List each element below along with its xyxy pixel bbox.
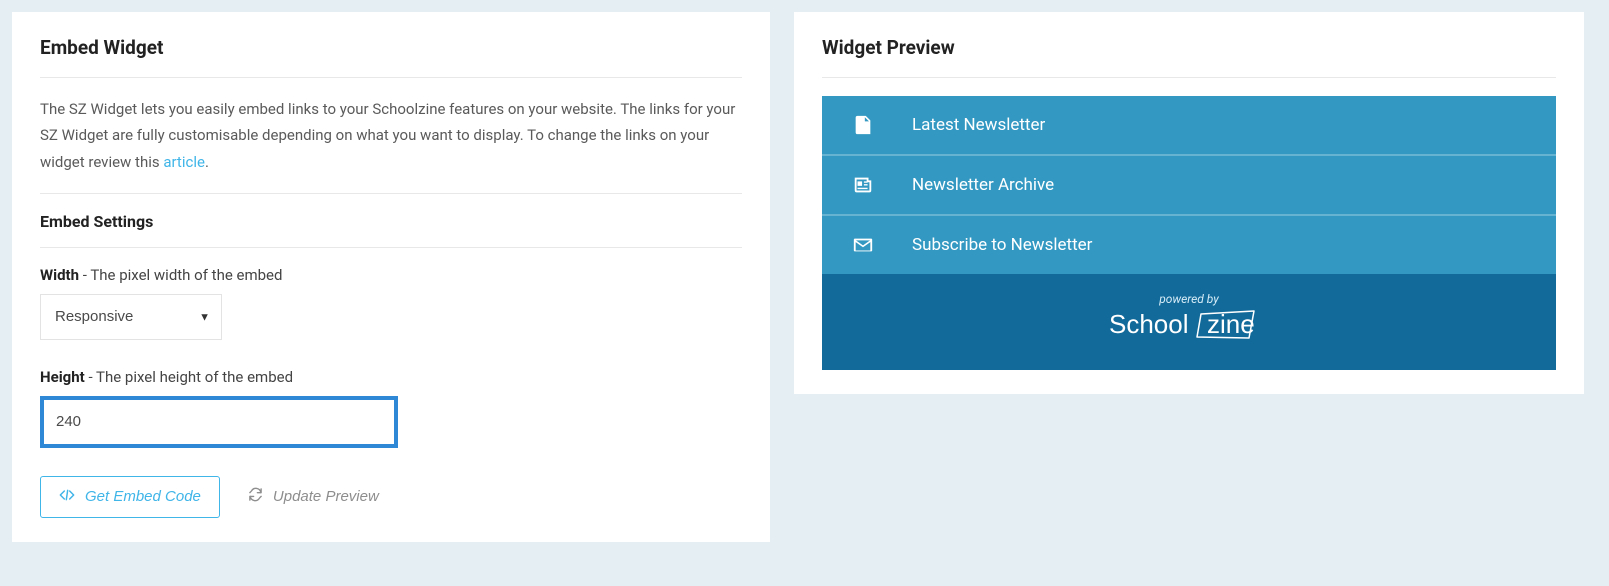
divider	[822, 77, 1556, 78]
widget-preview: Latest Newsletter Newsletter Archive Sub…	[822, 96, 1556, 370]
article-link[interactable]: article	[163, 153, 205, 171]
embed-description: The SZ Widget lets you easily embed link…	[40, 96, 742, 175]
widget-preview-panel: Widget Preview Latest Newsletter Newslet…	[794, 12, 1584, 394]
widget-item-label: Subscribe to Newsletter	[912, 235, 1092, 255]
embed-title: Embed Widget	[40, 36, 742, 59]
widget-item-label: Newsletter Archive	[912, 175, 1054, 195]
embed-settings-heading: Embed Settings	[40, 212, 742, 231]
widget-item-newsletter-archive[interactable]: Newsletter Archive	[822, 156, 1556, 216]
envelope-icon	[852, 234, 874, 256]
newspaper-icon	[852, 174, 874, 196]
divider	[40, 193, 742, 194]
schoolzine-logo: School zine	[1109, 308, 1269, 342]
widget-item-subscribe[interactable]: Subscribe to Newsletter	[822, 216, 1556, 274]
update-preview-button[interactable]: Update Preview	[244, 479, 383, 514]
widget-footer: powered by School zine	[822, 274, 1556, 370]
width-label: Width - The pixel width of the embed	[40, 266, 742, 284]
code-icon	[59, 487, 75, 507]
widget-item-latest-newsletter[interactable]: Latest Newsletter	[822, 96, 1556, 156]
svg-text:zine: zine	[1207, 309, 1255, 339]
powered-by-label: powered by	[822, 292, 1556, 306]
divider	[40, 77, 742, 78]
refresh-icon	[248, 487, 263, 506]
height-label: Height - The pixel height of the embed	[40, 368, 742, 386]
width-select[interactable]: Responsive	[40, 294, 222, 340]
width-select-wrap: Responsive ▼	[40, 294, 222, 340]
embed-widget-panel: Embed Widget The SZ Widget lets you easi…	[12, 12, 770, 542]
document-icon	[852, 114, 874, 136]
button-row: Get Embed Code Update Preview	[40, 476, 742, 518]
preview-title: Widget Preview	[822, 36, 1556, 59]
height-input[interactable]	[40, 396, 398, 448]
get-embed-code-button[interactable]: Get Embed Code	[40, 476, 220, 518]
divider	[40, 247, 742, 248]
widget-item-label: Latest Newsletter	[912, 115, 1045, 135]
svg-text:School: School	[1109, 309, 1189, 339]
